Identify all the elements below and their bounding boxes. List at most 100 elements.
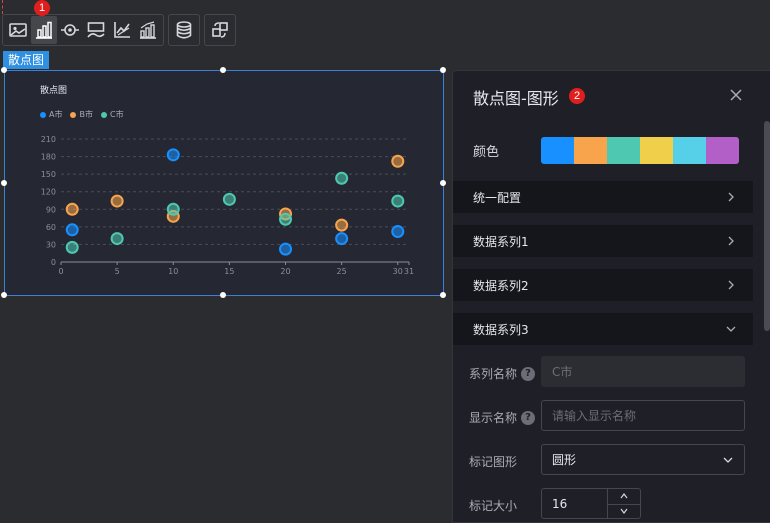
resize-handle-top[interactable] <box>220 67 226 73</box>
column-chart-icon <box>140 21 156 39</box>
chevron-down-icon <box>726 326 736 332</box>
bar-chart-icon <box>36 21 52 39</box>
y-tick-label: 30 <box>46 240 56 249</box>
interaction-button[interactable] <box>207 16 233 44</box>
panel-title: 散点图-图形 <box>473 89 559 108</box>
color-swatch[interactable] <box>673 137 706 164</box>
section-label: 数据系列3 <box>473 322 529 337</box>
close-icon[interactable] <box>728 87 744 103</box>
series-name-field: C市 <box>541 356 745 387</box>
display-name-input[interactable] <box>541 400 745 431</box>
image-icon <box>9 23 27 37</box>
axis-chart-button[interactable] <box>109 16 135 44</box>
chevron-down-icon <box>723 457 733 463</box>
step-badge-2: 2 <box>569 88 585 104</box>
section-unified-config[interactable]: 统一配置 <box>453 181 753 213</box>
resize-handle-left[interactable] <box>1 180 7 186</box>
x-tick-label: 31 <box>404 267 414 276</box>
data-point <box>391 225 405 239</box>
series-name-label-text: 系列名称 <box>469 367 518 381</box>
image-chart-button[interactable] <box>5 16 31 44</box>
chevron-down-icon <box>620 508 628 515</box>
color-swatch[interactable] <box>607 137 640 164</box>
bar-chart-button[interactable] <box>31 16 57 44</box>
section-label: 数据系列1 <box>473 234 529 249</box>
stepper-buttons <box>607 489 640 518</box>
color-swatch[interactable] <box>574 137 607 164</box>
legend-label: A市 <box>49 110 63 119</box>
panel-scrollbar[interactable] <box>764 121 770 331</box>
resize-handle-br[interactable] <box>440 292 446 298</box>
data-point <box>279 212 293 226</box>
data-point <box>335 232 349 246</box>
swap-icon <box>212 22 228 38</box>
settings-panel: 散点图-图形 2 颜色 统一配置 数据系列1 数据系列2 数据系列3 系列名称 … <box>452 70 770 523</box>
y-tick-label: 180 <box>41 153 56 162</box>
chevron-right-icon <box>728 236 734 246</box>
marker-size-stepper[interactable]: 16 <box>541 488 641 519</box>
chart-legend: A市 B市 C市 <box>40 109 124 120</box>
data-point <box>65 240 79 254</box>
data-point <box>335 218 349 232</box>
y-tick-label: 210 <box>41 135 56 144</box>
y-tick-label: 90 <box>46 205 56 214</box>
section-label: 统一配置 <box>473 190 522 205</box>
help-icon[interactable]: ? <box>521 410 536 425</box>
marker-shape-select[interactable]: 圆形 <box>541 444 745 475</box>
color-swatch[interactable] <box>541 137 574 164</box>
marker-shape-label: 标记图形 <box>469 453 517 470</box>
axis-chart-icon <box>114 22 130 38</box>
resize-handle-tl[interactable] <box>1 67 7 73</box>
chart-title: 散点图 <box>40 86 68 96</box>
guide-line <box>2 0 3 14</box>
radar-chart-button[interactable] <box>57 16 83 44</box>
color-swatch[interactable] <box>706 137 739 164</box>
section-series-3[interactable]: 数据系列3 <box>453 313 753 345</box>
color-palette[interactable] <box>541 137 739 164</box>
radar-icon <box>61 24 79 36</box>
column-chart-button[interactable] <box>135 16 161 44</box>
display-name-label-text: 显示名称 <box>469 411 518 425</box>
data-point <box>335 171 349 185</box>
map-chart-button[interactable] <box>83 16 109 44</box>
data-point <box>279 242 293 256</box>
scatter-chart: 03060901201501802100 5 10 15 20 25 30 31 <box>41 135 414 276</box>
scatter-chart-widget[interactable]: 0 30 60 90 120 150 180 210 0 5 10 15 20 25 30 31 散点图 A市… <box>4 70 444 296</box>
legend-item-c[interactable]: C市 <box>100 109 124 120</box>
color-swatch[interactable] <box>640 137 673 164</box>
decrement-button[interactable] <box>608 503 640 519</box>
y-tick-label: 60 <box>46 223 56 232</box>
section-series-1[interactable]: 数据系列1 <box>453 225 753 257</box>
resize-handle-bl[interactable] <box>1 292 7 298</box>
increment-button[interactable] <box>608 489 640 504</box>
x-tick-label: 30 <box>393 267 403 276</box>
legend-label: C市 <box>109 110 124 119</box>
resize-handle-bottom[interactable] <box>220 292 226 298</box>
legend-label: B市 <box>79 110 93 119</box>
data-source-button[interactable] <box>171 16 197 44</box>
section-series-2[interactable]: 数据系列2 <box>453 269 753 301</box>
y-tick-label: 150 <box>41 170 56 179</box>
resize-handle-tr[interactable] <box>440 67 446 73</box>
data-point <box>65 223 79 237</box>
map-icon <box>87 22 105 38</box>
x-tick-label: 0 <box>58 267 63 276</box>
legend-item-a[interactable]: A市 <box>40 109 62 120</box>
resize-handle-right[interactable] <box>440 180 446 186</box>
legend-item-b[interactable]: B市 <box>70 109 93 120</box>
data-point <box>166 148 180 162</box>
interaction-group <box>204 14 236 46</box>
data-point <box>110 194 124 208</box>
marker-size-label: 标记大小 <box>469 497 517 514</box>
x-tick-label: 5 <box>115 267 120 276</box>
marker-shape-label-text: 标记图形 <box>469 455 518 469</box>
data-point <box>222 192 236 206</box>
x-tick-label: 10 <box>168 267 178 276</box>
step-badge-1: 1 <box>34 0 50 16</box>
x-tick-label: 15 <box>224 267 234 276</box>
y-tick-label: 120 <box>41 188 56 197</box>
data-point <box>110 232 124 246</box>
data-point <box>391 194 405 208</box>
chevron-right-icon <box>728 192 734 202</box>
help-icon[interactable]: ? <box>521 366 536 381</box>
